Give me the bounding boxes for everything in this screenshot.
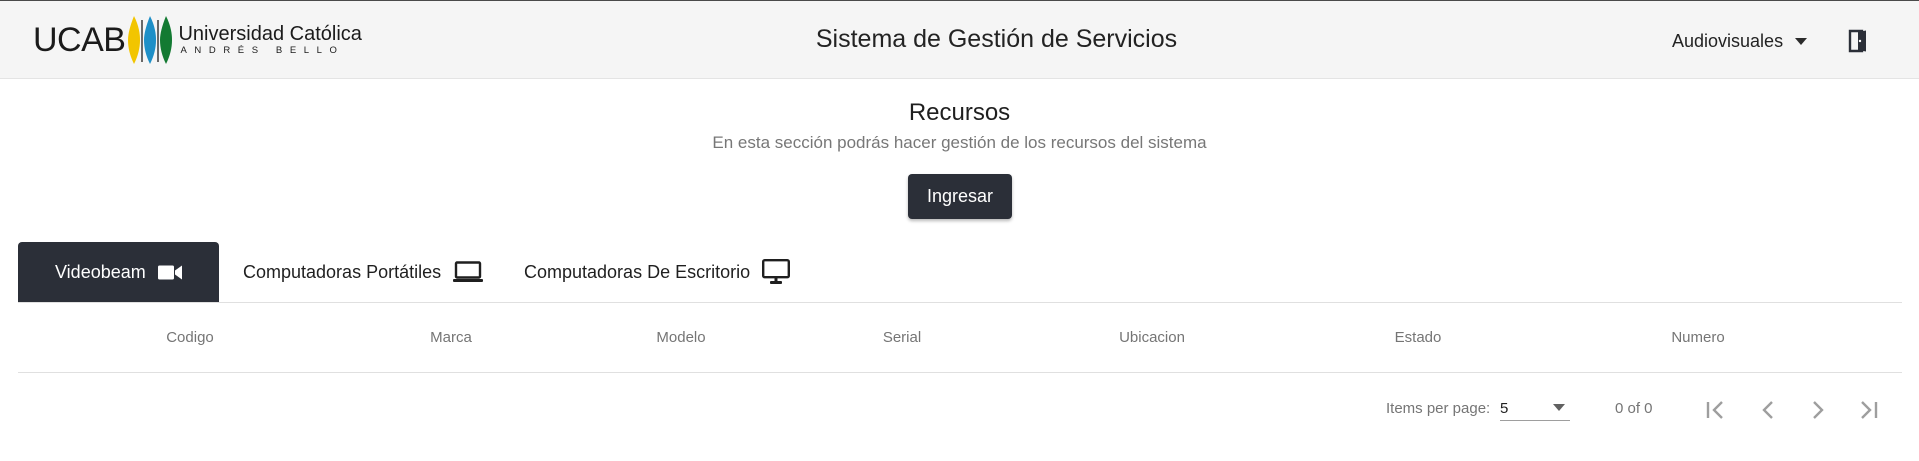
table-paginator: Items per page: 5 0 of 0 xyxy=(0,373,1919,443)
last-page-button[interactable] xyxy=(1850,393,1884,427)
tab-label: Computadoras De Escritorio xyxy=(524,261,751,282)
ingresar-button[interactable]: Ingresar xyxy=(908,174,1012,219)
first-page-icon xyxy=(1706,401,1723,419)
column-header-numero[interactable]: Numero xyxy=(1671,303,1724,373)
app-title: Sistema de Gestión de Servicios xyxy=(815,25,1178,53)
video-camera-icon xyxy=(157,265,182,279)
caret-down-icon xyxy=(1795,37,1808,45)
resources-table-header: Codigo Marca Modelo Serial Ubicacion Est… xyxy=(18,303,1902,373)
section-description: En esta sección podrás hacer gestión de … xyxy=(712,133,1207,152)
last-page-icon xyxy=(1861,401,1878,419)
previous-page-icon xyxy=(1762,401,1773,419)
next-page-icon xyxy=(1813,401,1824,419)
tab-computadoras-de-escritorio[interactable]: Computadoras De Escritorio xyxy=(501,242,801,302)
page-range-label: 0 of 0 xyxy=(1615,400,1653,417)
tab-label: Computadoras Portátiles xyxy=(243,261,442,282)
first-page-button[interactable] xyxy=(1700,393,1734,427)
resource-tabs: Videobeam Computadoras Portátiles Comput… xyxy=(18,242,1902,303)
page-size-value: 5 xyxy=(1500,400,1509,417)
next-page-button[interactable] xyxy=(1801,393,1835,427)
section-title: Recursos xyxy=(908,99,1011,126)
department-menu[interactable]: Audiovisuales xyxy=(1672,30,1808,52)
tab-computadoras-portatiles[interactable]: Computadoras Portátiles xyxy=(219,242,501,302)
desktop-monitor-icon xyxy=(762,259,791,284)
column-header-estado[interactable]: Estado xyxy=(1395,303,1442,373)
items-per-page-label: Items per page: xyxy=(1386,400,1491,417)
page-size-select[interactable]: 5 xyxy=(1500,397,1570,421)
department-menu-label: Audiovisuales xyxy=(1672,30,1784,51)
laptop-icon xyxy=(453,261,484,282)
caret-down-icon xyxy=(1553,404,1565,411)
column-header-codigo[interactable]: Codigo xyxy=(166,303,214,373)
previous-page-button[interactable] xyxy=(1751,393,1785,427)
column-header-marca[interactable]: Marca xyxy=(430,303,472,373)
tab-label: Videobeam xyxy=(55,261,146,282)
column-header-modelo[interactable]: Modelo xyxy=(656,303,705,373)
tab-videobeam[interactable]: Videobeam xyxy=(18,242,219,302)
top-bar: UCAB Universidad Católica ANDRÉS BELLO S… xyxy=(0,0,1919,79)
column-header-serial[interactable]: Serial xyxy=(883,303,921,373)
column-header-ubicacion[interactable]: Ubicacion xyxy=(1119,303,1185,373)
door-exit-icon[interactable] xyxy=(1846,29,1870,53)
